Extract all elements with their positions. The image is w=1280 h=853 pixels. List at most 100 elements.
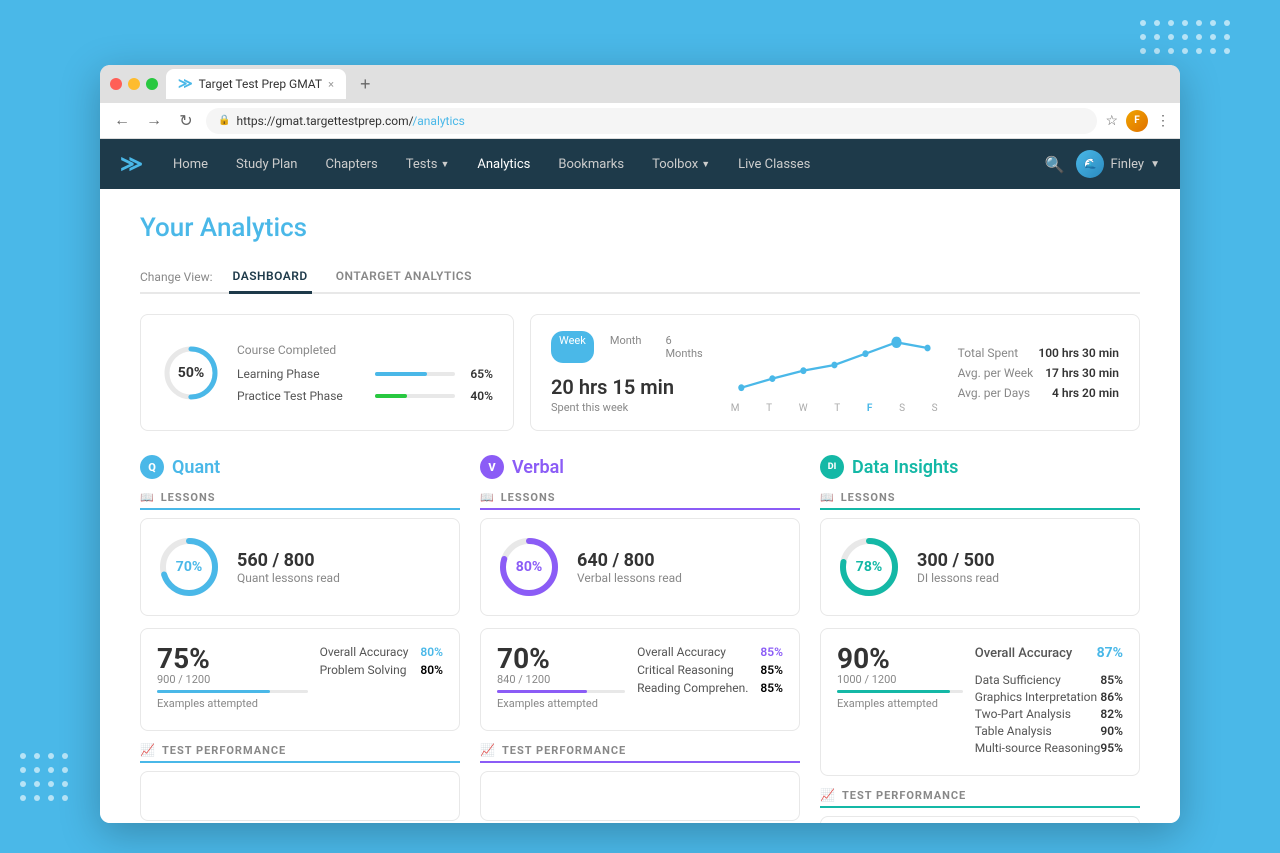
refresh-button[interactable]: ↻	[174, 109, 198, 133]
di-lessons-card: 78% 300 / 500 DI lessons read	[820, 518, 1140, 616]
book-icon-verbal: 📖	[480, 491, 495, 504]
section-verbal: V Verbal 📖 LESSONS 80%	[480, 455, 800, 823]
new-tab-button[interactable]: +	[354, 74, 377, 95]
verbal-donut-label: 80%	[516, 559, 542, 575]
day-s2: S	[932, 403, 938, 414]
tab-ontarget[interactable]: ONTARGET ANALYTICS	[332, 261, 476, 294]
star-icon[interactable]: ☆	[1105, 113, 1118, 129]
nav-toolbox[interactable]: Toolbox ▼	[640, 151, 722, 178]
avg-day-label: Avg. per Days	[958, 386, 1030, 400]
quant-fraction: 560 / 800	[237, 550, 340, 571]
di-test-perf-header: 📈 TEST PERFORMANCE	[820, 788, 1140, 808]
logo-icon: ≫	[120, 152, 141, 177]
verbal-acc-right: Overall Accuracy 85% Critical Reasoning …	[637, 645, 783, 695]
quant-acc-main: 75% 900 / 1200 Examples attempted	[157, 645, 308, 710]
maximize-button[interactable]	[146, 78, 158, 90]
traffic-lights	[110, 78, 158, 90]
page-title: Your Analytics	[140, 213, 1140, 243]
verbal-title: V Verbal	[480, 455, 800, 479]
nav-analytics[interactable]: Analytics	[465, 151, 542, 178]
quant-acc-bar	[157, 690, 308, 693]
user-menu[interactable]: 🌊 Finley ▼	[1076, 150, 1160, 178]
quant-test-perf-header: 📈 TEST PERFORMANCE	[140, 743, 460, 763]
tab-bar: ≫ Target Test Prep GMAT × +	[100, 65, 1180, 103]
phase-bar-practice	[375, 394, 455, 398]
main-content: Your Analytics Change View: DASHBOARD ON…	[100, 189, 1180, 823]
course-completed-label: Course Completed	[237, 343, 493, 357]
verbal-acc-cr: Critical Reasoning 85%	[637, 663, 783, 677]
verbal-accuracy-card: 70% 840 / 1200 Examples attempted	[480, 628, 800, 731]
di-data-suff: Data Sufficiency 85%	[975, 673, 1123, 687]
time-spent-card: Week Month 6 Months 20 hrs 15 min Spent …	[530, 314, 1140, 431]
nav-live-classes[interactable]: Live Classes	[726, 151, 822, 178]
user-avatar-small[interactable]: F	[1126, 110, 1148, 132]
nav-chapters[interactable]: Chapters	[313, 151, 389, 178]
verbal-donut: 80%	[497, 535, 561, 599]
decorative-dots-bl	[20, 753, 100, 833]
verbal-acc-main: 70% 840 / 1200 Examples attempted	[497, 645, 625, 710]
di-donut: 78%	[837, 535, 901, 599]
time-tab-month[interactable]: Month	[602, 331, 650, 363]
day-t1: T	[766, 403, 772, 414]
verbal-acc-fraction: 840 / 1200	[497, 673, 625, 686]
address-right: ☆ F ⋮	[1105, 110, 1170, 132]
nav-logo[interactable]: ≫	[120, 152, 141, 177]
chart-icon-di: 📈	[820, 788, 836, 802]
chart-icon-quant: 📈	[140, 743, 156, 757]
menu-icon[interactable]: ⋮	[1156, 113, 1170, 129]
verbal-badge: V	[480, 455, 504, 479]
di-acc-bar	[837, 690, 963, 693]
search-icon[interactable]: 🔍	[1045, 155, 1065, 174]
url-bar[interactable]: 🔒 https://gmat.targettestprep.com//analy…	[206, 108, 1097, 134]
di-accuracy-card: 90% 1000 / 1200 Examples attempted	[820, 628, 1140, 776]
tab-dashboard[interactable]: DASHBOARD	[229, 261, 312, 294]
book-icon-di: 📖	[820, 491, 835, 504]
minimize-button[interactable]	[128, 78, 140, 90]
di-graphics: Graphics Interpretation 86%	[975, 690, 1123, 704]
quant-accuracy-card: 75% 900 / 1200 Examples attempted	[140, 628, 460, 731]
di-lessons-sub: DI lessons read	[917, 571, 999, 585]
di-acc-pct: 90%	[837, 645, 963, 673]
quant-donut-label: 70%	[176, 559, 202, 575]
close-button[interactable]	[110, 78, 122, 90]
stats-row: 50% Course Completed Learning Phase	[140, 314, 1140, 431]
time-tab-week[interactable]: Week	[551, 331, 594, 363]
verbal-lessons-info: 640 / 800 Verbal lessons read	[577, 550, 682, 585]
quant-acc-ps: Problem Solving 80%	[320, 663, 443, 677]
view-tab-label: Change View:	[140, 270, 213, 284]
di-acc-right: Overall Accuracy 87% Data Sufficiency 85…	[975, 645, 1123, 755]
quant-lessons-card: 70% 560 / 800 Quant lessons read	[140, 518, 460, 616]
quant-label: Quant	[172, 457, 220, 478]
di-donut-label: 78%	[856, 559, 882, 575]
nav-bookmarks[interactable]: Bookmarks	[546, 151, 636, 178]
time-tab-6months[interactable]: 6 Months	[657, 331, 710, 363]
tab-title: Target Test Prep GMAT	[199, 77, 322, 91]
verbal-fraction: 640 / 800	[577, 550, 682, 571]
verbal-acc-overall: Overall Accuracy 85%	[637, 645, 783, 659]
avg-week-val: 17 hrs 30 min	[1045, 366, 1119, 380]
verbal-test-perf-header: 📈 TEST PERFORMANCE	[480, 743, 800, 763]
time-stat-total: Total Spent 100 hrs 30 min	[958, 346, 1119, 360]
time-stats: Total Spent 100 hrs 30 min Avg. per Week…	[958, 331, 1119, 414]
browser-tab[interactable]: ≫ Target Test Prep GMAT ×	[166, 69, 346, 99]
time-stat-week: Avg. per Week 17 hrs 30 min	[958, 366, 1119, 380]
phase-name-learning: Learning Phase	[237, 367, 367, 381]
back-button[interactable]: ←	[110, 109, 134, 133]
app-content: ≫ Home Study Plan Chapters Tests ▼ Analy…	[100, 139, 1180, 823]
phase-pct-practice: 40%	[463, 389, 493, 403]
nav-home[interactable]: Home	[161, 151, 220, 178]
phase-bar-learning	[375, 372, 455, 376]
circle-label: 50%	[178, 365, 204, 381]
tab-close-btn[interactable]: ×	[328, 78, 334, 91]
browser-window: ≫ Target Test Prep GMAT × + ← → ↻ 🔒 http…	[100, 65, 1180, 823]
nav-study-plan[interactable]: Study Plan	[224, 151, 309, 178]
nav-tests[interactable]: Tests ▼	[394, 151, 462, 178]
di-label: Data Insights	[852, 457, 958, 478]
di-acc-examples: Examples attempted	[837, 697, 963, 710]
chart-days: M T W T F S S	[731, 403, 938, 414]
forward-button[interactable]: →	[142, 109, 166, 133]
quant-badge: Q	[140, 455, 164, 479]
phase-item-practice: Practice Test Phase 40%	[237, 389, 493, 403]
quant-lessons-header: 📖 LESSONS	[140, 491, 460, 510]
verbal-lessons-sub: Verbal lessons read	[577, 571, 682, 585]
